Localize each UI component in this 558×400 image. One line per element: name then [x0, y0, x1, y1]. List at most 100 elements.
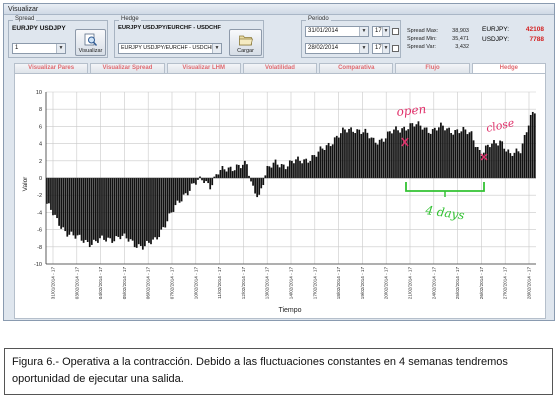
chart-bar — [186, 178, 189, 196]
chart-bar — [131, 178, 134, 241]
stat-value: 3,432 — [455, 44, 469, 50]
tab-visualizar-spread[interactable]: Visualizar Spread — [90, 63, 165, 73]
chart-bar — [229, 166, 232, 178]
chart-bar — [154, 178, 156, 238]
chart-bar — [54, 178, 56, 215]
position-label: USDJPY: — [482, 36, 510, 43]
chart-bar — [205, 178, 207, 182]
chart-bar — [429, 133, 432, 178]
chart-bar — [433, 127, 436, 178]
y-tick-label: 10 — [36, 90, 42, 96]
chart-bar — [468, 132, 471, 178]
x-tick-label: 20/02/2014 - 17 — [384, 267, 389, 300]
chart-bar — [382, 141, 385, 178]
chart-bar — [346, 132, 348, 178]
hedge-group-label: Hedge — [119, 15, 141, 23]
tab-hedge[interactable]: Hedge — [471, 63, 546, 73]
chart-bar — [340, 133, 342, 178]
end-hour-value: 17 — [375, 45, 382, 51]
chart-bar — [499, 140, 501, 178]
end-date-picker[interactable]: 28/02/2014 ▼ — [305, 43, 369, 54]
chart-bar — [456, 129, 459, 178]
start-date-picker[interactable]: 31/01/2014 ▼ — [305, 26, 369, 37]
start-hour-checkbox[interactable] — [392, 28, 399, 35]
visualizar-button[interactable]: Visualizar — [75, 29, 106, 56]
chart-bar — [337, 137, 340, 178]
chart-bar — [84, 178, 87, 240]
hedge-select[interactable]: EURJPY USDJPY/EURCHF - USDCHF ▼ — [118, 43, 222, 54]
chart-bar — [503, 148, 506, 178]
end-hour-checkbox[interactable] — [392, 45, 399, 52]
chart-bar — [395, 126, 397, 178]
cargar-button-label: Cargar — [237, 48, 254, 54]
position-value: 42108 — [525, 26, 544, 33]
y-tick-label: -4 — [37, 210, 42, 216]
x-tick-label: 07/02/2014 - 17 — [170, 267, 175, 300]
chart-bar — [144, 178, 146, 247]
stat-value: 38,903 — [452, 28, 469, 34]
chart-bar — [123, 178, 126, 234]
chart-bar — [389, 131, 391, 178]
chart-bar — [188, 178, 191, 191]
chart-bar — [50, 178, 52, 210]
tab-bar: Visualizar Pares Visualizar Spread Visua… — [14, 63, 546, 73]
chart-bar — [203, 178, 205, 184]
chart-bar — [99, 178, 101, 239]
chart-bar — [511, 155, 514, 178]
annotation-open: open — [396, 102, 427, 119]
spread-select[interactable]: 1 ▼ — [12, 43, 66, 54]
chart-bar — [327, 142, 330, 178]
chart-bar — [70, 178, 73, 232]
x-tick-label: 28/02/2014 - 17 — [527, 267, 532, 300]
x-tick-label: 11/02/2014 - 17 — [217, 267, 222, 299]
chart-bar — [531, 111, 534, 178]
tab-visualizar-pares[interactable]: Visualizar Pares — [14, 63, 89, 73]
y-tick-label: -2 — [37, 193, 42, 199]
chart-bar — [184, 178, 187, 194]
chart-bar — [450, 133, 452, 178]
folder-icon — [238, 33, 253, 48]
y-tick-label: -6 — [37, 228, 42, 234]
spread-pair-text: EURJPY USDJPY — [12, 25, 66, 32]
x-tick-label: 26/02/2014 - 17 — [479, 267, 484, 300]
spread-group-label: Spread — [13, 15, 37, 23]
chart-bar — [515, 148, 518, 178]
chart-bar — [419, 125, 422, 178]
chart-bar — [344, 129, 346, 178]
position-values: EURJPY: 42108 USDJPY: 7788 — [482, 25, 544, 45]
chart-bar — [286, 166, 289, 178]
chart-bar — [487, 144, 489, 178]
chart-bar — [254, 178, 256, 194]
tab-volatilidad[interactable]: Volatilidad — [242, 63, 318, 73]
chart-bar — [423, 127, 426, 178]
chart-bar — [227, 167, 230, 178]
chart-bar — [180, 178, 183, 202]
x-tick-label: 17/02/2014 - 17 — [312, 267, 317, 300]
hedge-pair-text: EURJPY USDJPY/EURCHF - USDCHF — [118, 25, 221, 31]
x-tick-label: 18/02/2014 - 17 — [336, 267, 341, 300]
chart-bar — [68, 178, 71, 235]
end-date-value: 28/02/2014 — [308, 45, 339, 51]
x-tick-label: 31/01/2014 - 17 — [51, 267, 56, 300]
y-tick-label: 6 — [39, 124, 42, 130]
chart-bar — [460, 131, 463, 178]
position-value: 7788 — [529, 36, 544, 43]
chart-bar — [135, 178, 138, 248]
start-hour-select[interactable]: 17 ▼ — [372, 26, 390, 37]
x-tick-label: 10/02/2014 - 17 — [193, 267, 198, 300]
tab-flujo[interactable]: Flujo — [395, 63, 470, 73]
start-hour-value: 17 — [375, 28, 382, 34]
chart-bar — [325, 145, 328, 178]
chart-bar — [331, 144, 334, 178]
chart-bar — [391, 133, 393, 178]
chart-bar — [495, 143, 497, 178]
chart-bar — [109, 178, 112, 239]
y-tick-label: 0 — [39, 176, 42, 182]
tab-visualizar-lhm[interactable]: Visualizar LHM — [166, 63, 241, 73]
cargar-button[interactable]: Cargar — [229, 29, 262, 56]
stat-value: 35,471 — [452, 36, 469, 42]
tab-comparativa[interactable]: Comparativa — [319, 63, 394, 73]
end-hour-select[interactable]: 17 ▼ — [372, 43, 390, 54]
chart-bar — [121, 178, 124, 236]
x-tick-label: 27/02/2014 - 17 — [503, 267, 508, 300]
